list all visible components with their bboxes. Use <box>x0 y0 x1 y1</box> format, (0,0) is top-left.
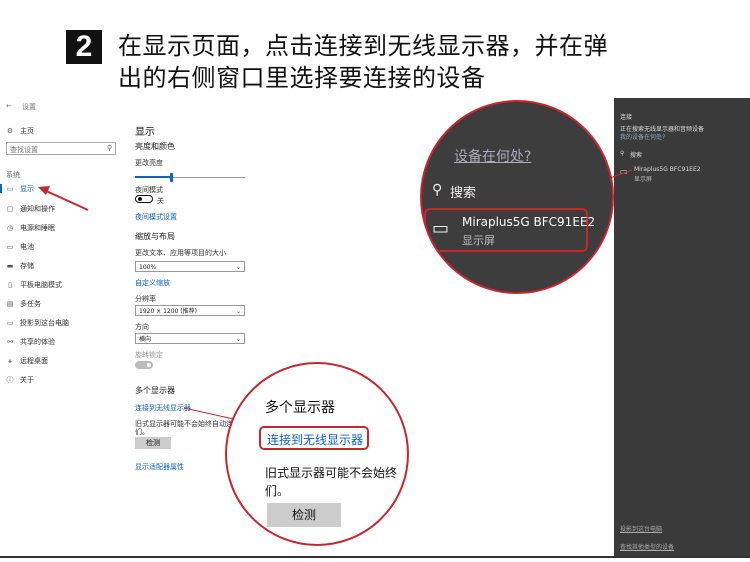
red-arrow-head <box>38 186 50 195</box>
zoom-connect-link[interactable]: 连接到无线显示器 <box>267 431 363 448</box>
zoom-legacy-text-2: 们。 <box>265 484 290 498</box>
zoom-device-name: Miraplus5G BFC91EE2 <box>462 215 596 229</box>
zoom-monitor-icon: ▭ <box>432 218 450 239</box>
zoom-device-highlight[interactable]: ▭ Miraplus5G BFC91EE2 显示屏 <box>424 208 595 252</box>
zoom-search-icon: ⚲ <box>432 182 443 198</box>
zoom-search-label: 搜索 <box>450 186 477 201</box>
zoom-multi-display-heading: 多个显示器 <box>265 400 335 416</box>
zoom-detect-button[interactable]: 检测 <box>267 503 341 527</box>
zoom-circle-connect-link: 多个显示器 连接到无线显示器 旧式显示器可能不会始终 们。 检测 <box>225 362 409 546</box>
zoom-where-link[interactable]: 设备在何处? <box>454 146 531 166</box>
zoom-connect-highlight[interactable]: 连接到无线显示器 <box>259 426 369 450</box>
zoom-device-type: 显示屏 <box>462 234 495 247</box>
zoom-legacy-text-1: 旧式显示器可能不会始终 <box>265 466 398 480</box>
zoom-circle-device: 设备在何处? ⚲ 搜索 ▭ Miraplus5G BFC91EE2 显示屏 <box>420 100 614 294</box>
bottom-border <box>0 556 750 558</box>
leader-line-top <box>609 169 633 179</box>
leader-line-bottom <box>183 407 239 421</box>
red-arrow-line <box>43 189 89 211</box>
